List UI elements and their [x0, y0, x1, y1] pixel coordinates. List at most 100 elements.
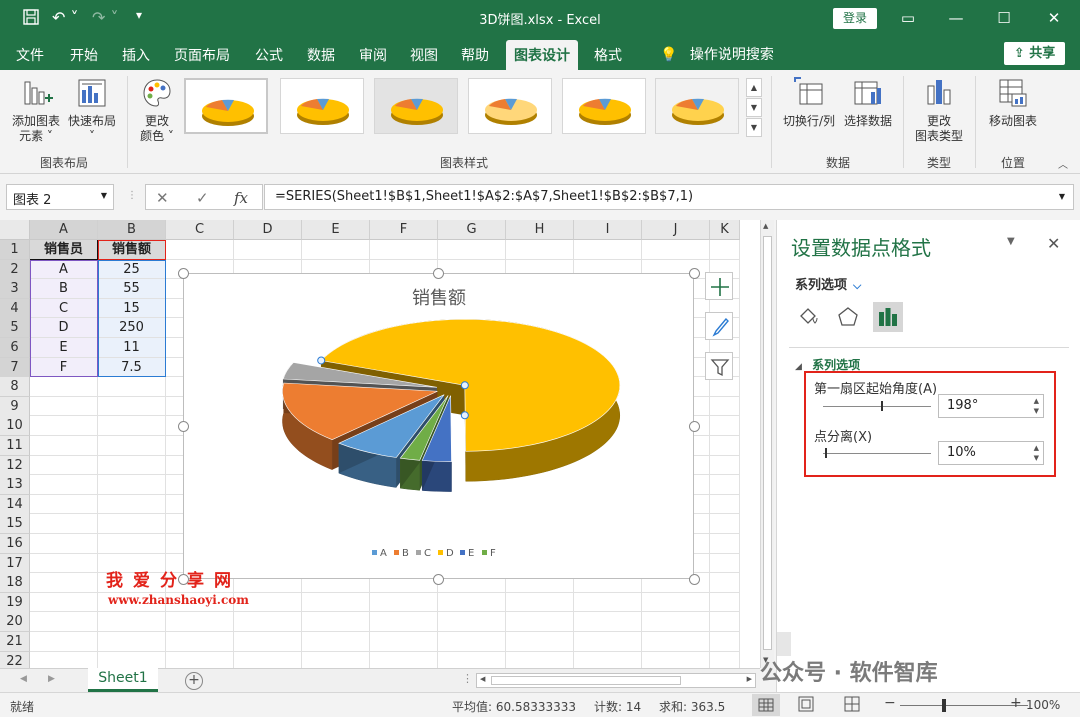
first-angle-slider-knob[interactable] — [881, 401, 883, 411]
zoom-in-icon[interactable]: + — [1010, 695, 1022, 711]
cell-a18[interactable] — [30, 573, 98, 593]
cell-a3[interactable]: B — [30, 279, 98, 299]
cell-g20[interactable] — [438, 612, 506, 632]
row-header-16[interactable]: 16 — [0, 534, 30, 554]
explosion-slider[interactable] — [823, 453, 931, 454]
expand-formula-icon[interactable]: ▼ — [1059, 192, 1065, 201]
hscroll-thumb[interactable] — [491, 676, 681, 685]
cell-b6[interactable]: 11 — [98, 338, 166, 358]
cell-a16[interactable] — [30, 534, 98, 554]
cell-a20[interactable] — [30, 612, 98, 632]
row-header-15[interactable]: 15 — [0, 514, 30, 535]
row-header-6[interactable]: 6 — [0, 338, 30, 358]
cell-a14[interactable] — [30, 494, 98, 515]
chart-style-6[interactable] — [655, 78, 739, 134]
move-chart-button[interactable]: 移动图表 — [982, 76, 1044, 129]
share-button[interactable]: ⇪ 共享 — [1003, 41, 1066, 66]
zoom-out-icon[interactable]: − — [884, 695, 896, 711]
login-button[interactable]: 登录 — [833, 8, 877, 29]
row-header-14[interactable]: 14 — [0, 494, 30, 515]
column-header-h[interactable]: H — [506, 220, 574, 240]
cell-h21[interactable] — [506, 632, 574, 652]
cell-k17[interactable] — [710, 553, 740, 574]
row-header-1[interactable]: 1 — [0, 240, 30, 260]
enter-icon[interactable]: ✓ — [196, 189, 209, 207]
resize-handle-2[interactable] — [433, 267, 444, 279]
chart-legend[interactable]: A B C D E F — [372, 548, 496, 559]
cell-a1[interactable]: 销售员 — [30, 240, 98, 260]
cell-b4[interactable]: 15 — [98, 298, 166, 319]
resize-handle-5[interactable] — [688, 420, 700, 432]
cell-b9[interactable] — [98, 396, 166, 417]
tab-chart-design[interactable]: 图表设计 — [506, 40, 578, 72]
cell-a15[interactable] — [30, 514, 98, 534]
row-header-12[interactable]: 12 — [0, 455, 30, 476]
cell-a8[interactable] — [30, 377, 98, 397]
tab-formulas[interactable]: 公式 — [255, 45, 283, 65]
effects-icon[interactable] — [833, 302, 863, 332]
row-header-18[interactable]: 18 — [0, 573, 30, 594]
cell-k11[interactable] — [710, 436, 740, 456]
column-header-i[interactable]: I — [574, 220, 642, 240]
pane-options-icon[interactable]: ▼ — [1007, 236, 1015, 247]
chart-style-2[interactable] — [280, 78, 364, 134]
scroll-thumb[interactable] — [763, 236, 772, 650]
resize-handle-3[interactable] — [688, 267, 700, 279]
cell-k16[interactable] — [710, 534, 740, 554]
scroll-left-icon[interactable]: ◀ — [480, 675, 485, 683]
add-chart-element-button[interactable]: 添加图表 元素 ˅ — [8, 76, 64, 144]
cell-a6[interactable]: E — [30, 338, 98, 358]
explosion-input[interactable]: 10% ▲ ▼ — [938, 441, 1044, 465]
cell-e1[interactable] — [302, 240, 370, 260]
point-selection-handle-2[interactable] — [460, 411, 469, 420]
point-selection-handle-1[interactable] — [460, 381, 469, 390]
sheet-tab-sheet1[interactable]: Sheet1 — [88, 668, 158, 692]
cell-i22[interactable] — [574, 651, 642, 668]
column-header-k[interactable]: K — [710, 220, 740, 240]
column-header-b[interactable]: B — [98, 220, 166, 240]
row-header-21[interactable]: 21 — [0, 632, 30, 652]
cell-f22[interactable] — [370, 651, 438, 668]
cell-e20[interactable] — [302, 612, 370, 632]
cell-b10[interactable] — [98, 416, 166, 436]
change-chart-type-button[interactable]: 更改 图表类型 — [910, 76, 968, 144]
row-header-5[interactable]: 5 — [0, 318, 30, 339]
horizontal-scrollbar[interactable]: ◀ ▶ — [476, 673, 756, 688]
select-data-button[interactable]: 选择数据 — [840, 76, 896, 129]
zoom-level[interactable]: 100% — [1026, 698, 1060, 712]
more-styles-icon[interactable]: ▼ — [746, 118, 762, 137]
pie-chart[interactable]: 销售额 A B C D E F — [184, 274, 695, 580]
cell-f1[interactable] — [370, 240, 438, 260]
tab-insert[interactable]: 插入 — [122, 45, 150, 65]
cell-b3[interactable]: 55 — [98, 279, 166, 299]
chart-elements-button[interactable] — [705, 272, 733, 300]
tab-data[interactable]: 数据 — [307, 45, 335, 65]
row-header-20[interactable]: 20 — [0, 612, 30, 633]
chart-title[interactable]: 销售额 — [412, 288, 466, 309]
scroll-down-icon[interactable]: ▼ — [746, 98, 762, 117]
cell-b7[interactable]: 7.5 — [98, 357, 166, 378]
row-header-7[interactable]: 7 — [0, 357, 30, 378]
tab-help[interactable]: 帮助 — [461, 45, 489, 65]
pane-scroll-handle[interactable] — [777, 632, 791, 656]
chart-area[interactable]: 销售额 A B C D E F — [183, 273, 694, 579]
minimize-button[interactable]: — — [936, 6, 976, 30]
column-header-j[interactable]: J — [642, 220, 710, 240]
cell-a10[interactable] — [30, 416, 98, 436]
cell-c1[interactable] — [166, 240, 234, 260]
cell-a12[interactable] — [30, 455, 98, 476]
row-header-19[interactable]: 19 — [0, 592, 30, 613]
cell-a9[interactable] — [30, 396, 98, 417]
cell-a5[interactable]: D — [30, 318, 98, 338]
cell-g21[interactable] — [438, 632, 506, 652]
resize-handle-7[interactable] — [433, 573, 444, 585]
zoom-slider-knob[interactable] — [942, 699, 946, 712]
cell-b2[interactable]: 25 — [98, 259, 166, 280]
collapse-ribbon-icon[interactable]: ︿ — [1058, 156, 1068, 171]
row-header-17[interactable]: 17 — [0, 553, 30, 574]
chart-style-3[interactable] — [374, 78, 458, 134]
cell-e19[interactable] — [302, 592, 370, 613]
chart-styles-button[interactable] — [705, 312, 733, 340]
cell-k14[interactable] — [710, 494, 740, 515]
cell-b1[interactable]: 销售额 — [98, 240, 166, 260]
